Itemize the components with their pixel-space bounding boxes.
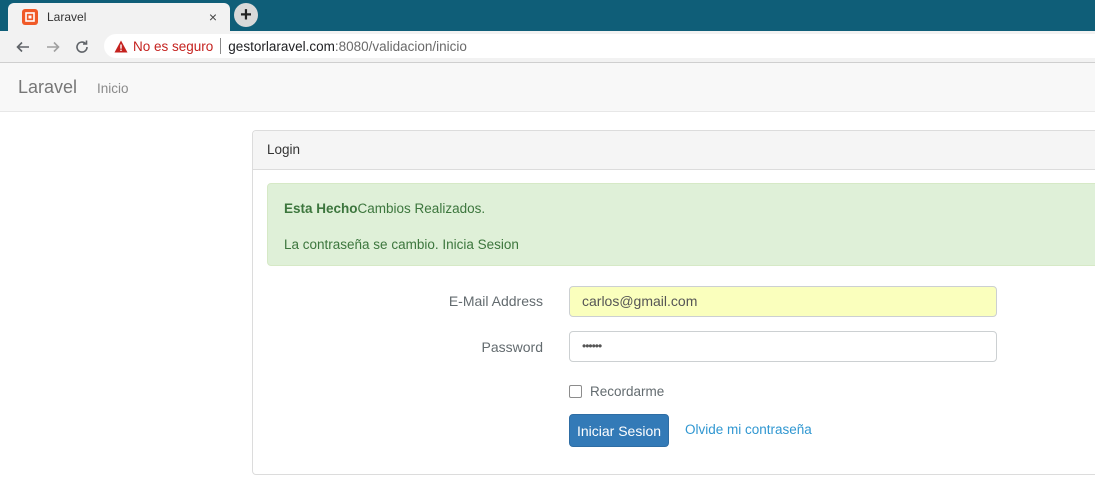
navbar-brand[interactable]: Laravel [18, 77, 77, 98]
forgot-password-link[interactable]: Olvide mi contraseña [685, 422, 812, 437]
email-field[interactable]: carlos@gmail.com [569, 286, 997, 317]
address-bar[interactable]: No es seguro gestorlaravel.com :8080/val… [104, 34, 1095, 58]
browser-toolbar: No es seguro gestorlaravel.com :8080/val… [0, 31, 1095, 63]
back-arrow-icon[interactable] [12, 36, 34, 58]
alert-message: Esta HechoCambios Realizados. [284, 201, 485, 216]
panel-heading: Login [253, 131, 1095, 170]
password-label: Password [481, 339, 543, 355]
browser-tabstrip: Laravel × + [0, 0, 1095, 31]
url-host: gestorlaravel.com [228, 38, 335, 54]
app-navbar: Laravel Inicio [0, 63, 1095, 112]
remember-row[interactable]: Recordarme [569, 384, 664, 399]
browser-tab[interactable]: Laravel × [8, 3, 230, 31]
login-panel: Login Esta HechoCambios Realizados. La c… [252, 130, 1095, 475]
tab-title: Laravel [47, 10, 87, 24]
success-alert: Esta HechoCambios Realizados. La contras… [267, 183, 1095, 266]
email-label: E-Mail Address [448, 293, 543, 309]
laravel-favicon-icon [22, 9, 38, 25]
reload-icon[interactable] [71, 36, 93, 58]
remember-checkbox[interactable] [569, 385, 582, 398]
tab-close-icon[interactable]: × [204, 8, 222, 26]
login-button[interactable]: Iniciar Sesion [569, 414, 669, 447]
nav-link-inicio[interactable]: Inicio [97, 81, 129, 96]
alert-text: Cambios Realizados. [357, 201, 486, 216]
url-separator [220, 38, 222, 54]
url-path: :8080/validacion/inicio [334, 38, 467, 54]
alert-detail: La contraseña se cambio. Inicia Sesion [284, 237, 519, 252]
forward-arrow-icon[interactable] [42, 36, 64, 58]
remember-label[interactable]: Recordarme [590, 384, 664, 399]
password-field[interactable]: •••••• [569, 331, 997, 362]
warning-icon [114, 39, 128, 53]
security-label[interactable]: No es seguro [133, 39, 213, 54]
alert-strong: Esta Hecho [284, 201, 358, 216]
new-tab-button[interactable]: + [234, 3, 258, 27]
